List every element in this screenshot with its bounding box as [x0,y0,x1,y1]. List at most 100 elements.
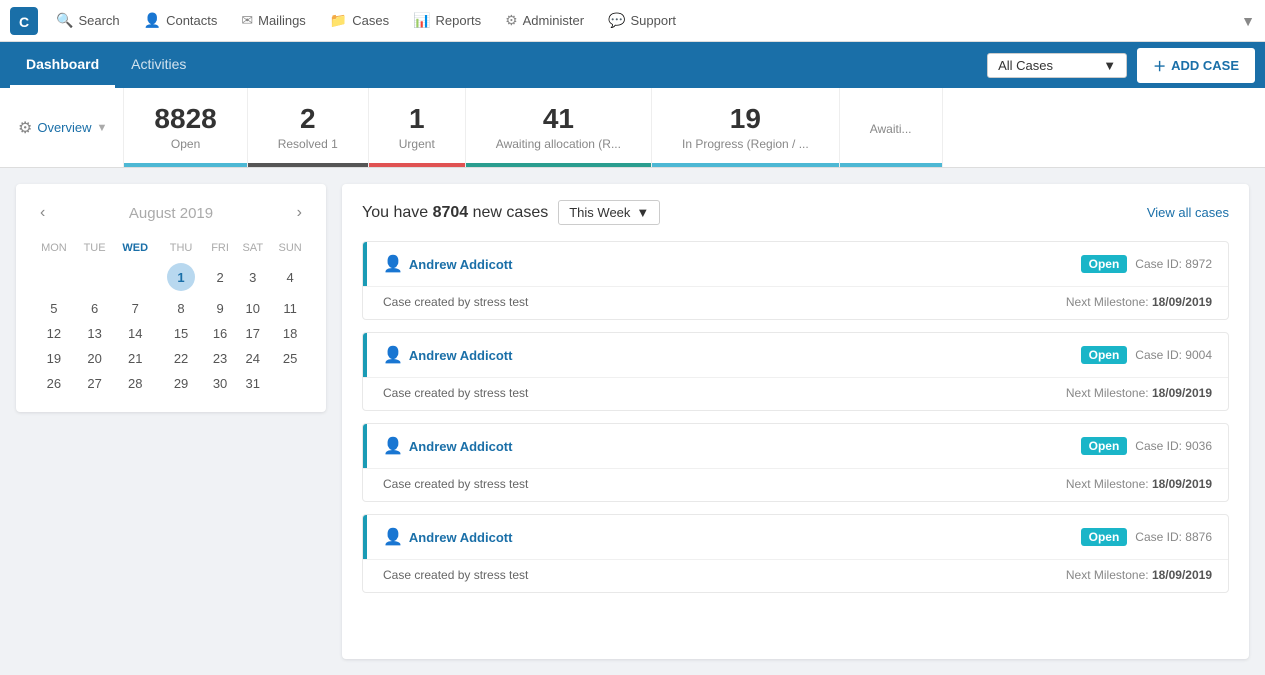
calendar-day[interactable]: 29 [157,371,205,396]
calendar-day[interactable]: 27 [76,371,114,396]
case-card-footer: Case created by stress test Next Milesto… [363,377,1228,410]
nav-support[interactable]: 💬 Support [598,6,686,35]
case-person: 👤 Andrew Addicott [383,254,1081,274]
calendar-day[interactable]: 8 [157,296,205,321]
case-milestone: Next Milestone: 18/09/2019 [1066,295,1212,309]
cal-header-wed: WED [113,238,157,258]
case-filter-dropdown[interactable]: All Cases ▼ [987,53,1127,78]
calendar-day[interactable]: 19 [32,346,76,371]
week-filter-value: This Week [569,205,630,220]
calendar-day[interactable]: 2 [205,258,235,296]
case-card[interactable]: 👤 Andrew Addicott Open Case ID: 8972 Cas… [362,241,1229,320]
calendar-day[interactable]: 20 [76,346,114,371]
calendar-day[interactable]: 26 [32,371,76,396]
stat-resolved[interactable]: 2 Resolved 1 [248,88,369,167]
case-card-footer: Case created by stress test Next Milesto… [363,559,1228,592]
administer-icon: ⚙ [505,12,518,29]
stat-inprogress[interactable]: 19 In Progress (Region / ... [652,88,840,167]
stat-open-number: 8828 [154,104,216,135]
case-description: Case created by stress test [383,477,528,491]
case-description: Case created by stress test [383,295,528,309]
calendar-day[interactable]: 12 [32,321,76,346]
calendar-day[interactable]: 11 [270,296,310,321]
nav-cases[interactable]: 📁 Cases [320,6,399,35]
nav-support-label: Support [631,13,677,28]
case-id: Case ID: 8876 [1135,530,1212,544]
case-card-header: 👤 Andrew Addicott Open Case ID: 9004 [363,333,1228,377]
tab-dashboard[interactable]: Dashboard [10,42,115,88]
calendar-day[interactable]: 4 [270,258,310,296]
case-person-name: Andrew Addicott [409,348,513,363]
calendar-day[interactable]: 30 [205,371,235,396]
calendar-day[interactable]: 5 [32,296,76,321]
calendar-day[interactable]: 18 [270,321,310,346]
nav-items: 🔍 Search 👤 Contacts ✉ Mailings 📁 Cases 📊… [46,6,1241,35]
calendar-grid: MON TUE WED THU FRI SAT SUN 123456789101… [32,238,310,396]
case-milestone-date: 18/09/2019 [1152,386,1212,400]
calendar-next-button[interactable]: › [289,200,310,226]
calendar-day[interactable]: 1 [157,258,205,296]
case-id: Case ID: 8972 [1135,257,1212,271]
calendar-row: 1234 [32,258,310,296]
app-logo[interactable]: C [10,7,38,35]
cases-panel-header: You have 8704 new cases This Week ▼ View… [362,200,1229,225]
calendar-day[interactable]: 3 [235,258,270,296]
nav-reports-label: Reports [436,13,482,28]
nav-contacts-label: Contacts [166,13,217,28]
view-all-cases-link[interactable]: View all cases [1147,205,1229,220]
stat-awaiting-number: 41 [543,104,574,135]
week-filter-dropdown[interactable]: This Week ▼ [558,200,660,225]
overview-button[interactable]: ⚙ Overview ▼ [10,88,124,167]
stat-awaiting2[interactable]: Awaiti... [840,88,943,167]
calendar-body: 1234567891011121314151617181920212223242… [32,258,310,396]
nav-contacts[interactable]: 👤 Contacts [134,6,228,35]
calendar-day[interactable]: 25 [270,346,310,371]
calendar-day[interactable]: 23 [205,346,235,371]
nav-mailings[interactable]: ✉ Mailings [231,6,315,35]
tab-activities-label: Activities [131,56,186,72]
calendar-day[interactable]: 13 [76,321,114,346]
case-status-badge: Open [1081,346,1128,364]
calendar-day[interactable]: 22 [157,346,205,371]
stat-open[interactable]: 8828 Open [124,88,247,167]
calendar-prev-button[interactable]: ‹ [32,200,53,226]
nav-arrow-icon[interactable]: ▼ [1241,13,1255,29]
calendar-day[interactable]: 28 [113,371,157,396]
case-milestone: Next Milestone: 18/09/2019 [1066,477,1212,491]
person-icon: 👤 [383,345,403,365]
cases-title: You have 8704 new cases This Week ▼ [362,200,660,225]
case-status-badge: Open [1081,528,1128,546]
calendar-day[interactable]: 21 [113,346,157,371]
stat-awaiting[interactable]: 41 Awaiting allocation (R... [466,88,652,167]
calendar-day[interactable]: 15 [157,321,205,346]
calendar-day[interactable]: 16 [205,321,235,346]
calendar-day[interactable]: 7 [113,296,157,321]
case-card[interactable]: 👤 Andrew Addicott Open Case ID: 9004 Cas… [362,332,1229,411]
stat-open-bar [124,163,246,167]
case-card[interactable]: 👤 Andrew Addicott Open Case ID: 8876 Cas… [362,514,1229,593]
calendar-day[interactable]: 17 [235,321,270,346]
stat-awaiting-bar [466,163,651,167]
add-case-button[interactable]: ＋ ADD CASE [1137,48,1255,83]
overview-label: Overview [37,120,91,135]
calendar-day[interactable]: 10 [235,296,270,321]
nav-administer[interactable]: ⚙ Administer [495,6,594,35]
calendar-header: ‹ August 2019 › [32,200,310,226]
case-card-footer: Case created by stress test Next Milesto… [363,468,1228,501]
tab-activities[interactable]: Activities [115,42,202,88]
stat-urgent[interactable]: 1 Urgent [369,88,466,167]
calendar-month-title: August 2019 [129,205,213,222]
nav-reports[interactable]: 📊 Reports [403,6,491,35]
calendar-day[interactable]: 6 [76,296,114,321]
nav-search[interactable]: 🔍 Search [46,6,130,35]
calendar-day[interactable]: 24 [235,346,270,371]
case-id: Case ID: 9036 [1135,439,1212,453]
calendar-day[interactable]: 14 [113,321,157,346]
calendar-day[interactable]: 9 [205,296,235,321]
case-person-name: Andrew Addicott [409,439,513,454]
case-card[interactable]: 👤 Andrew Addicott Open Case ID: 9036 Cas… [362,423,1229,502]
cases-panel: You have 8704 new cases This Week ▼ View… [342,184,1249,659]
case-meta: Open Case ID: 9004 [1081,346,1212,364]
calendar-day[interactable]: 31 [235,371,270,396]
calendar-day [270,371,310,396]
